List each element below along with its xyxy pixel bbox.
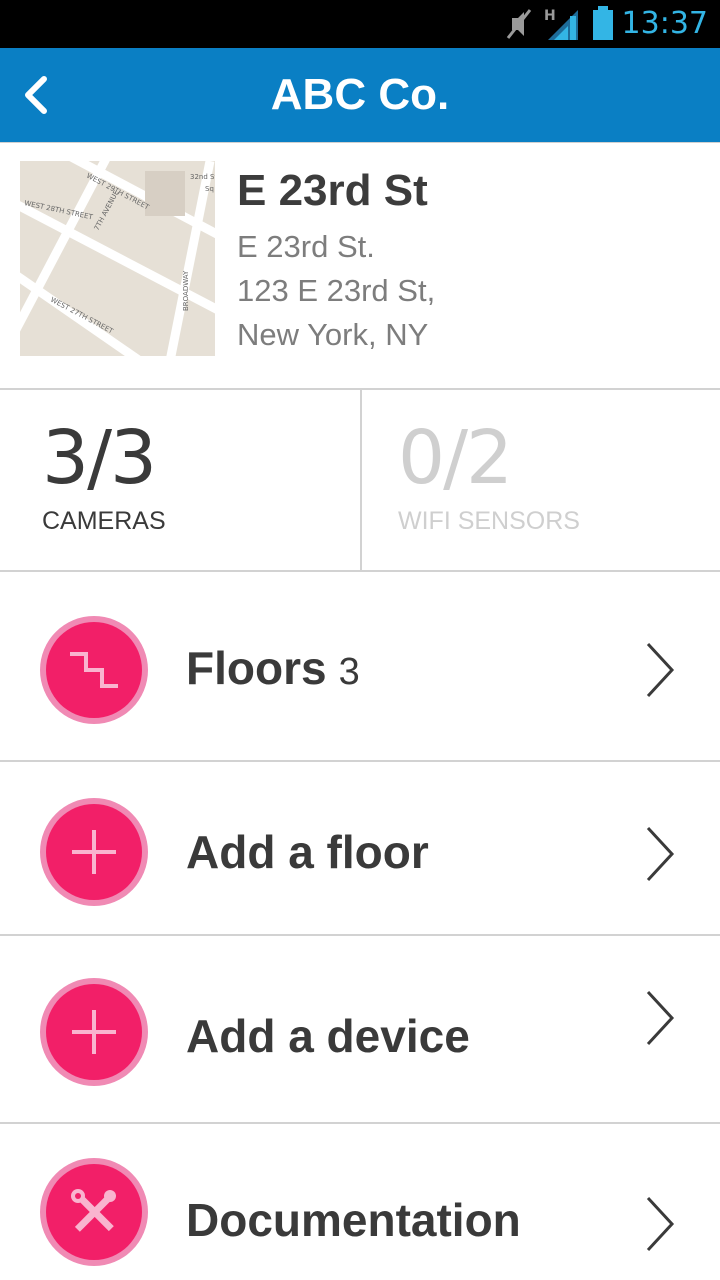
signal-icon: H <box>544 8 578 40</box>
page-title: ABC Co. <box>270 70 450 119</box>
menu-item-add-device[interactable]: Add a device <box>0 936 720 1122</box>
add-floor-icon-badge <box>40 798 148 906</box>
chevron-right-icon <box>646 1196 675 1252</box>
floors-label: Floors 3 <box>186 642 360 694</box>
menu-item-documentation[interactable]: Documentation <box>0 1124 720 1280</box>
tools-icon <box>71 1189 116 1232</box>
map-thumbnail[interactable]: WEST 29TH STREET WEST 28TH STREET WEST 2… <box>20 161 215 356</box>
stats-panel: 3/3 CAMERAS 0/2 WIFI SENSORS <box>0 390 720 570</box>
menu-item-floors[interactable]: Floors 3 <box>0 572 720 760</box>
wifi-sensors-stat[interactable]: 0/2 WIFI SENSORS <box>356 390 716 570</box>
network-type-label: H <box>544 8 556 24</box>
wifi-sensors-count: 0/2 <box>398 415 513 501</box>
cameras-stat[interactable]: 3/3 CAMERAS <box>0 390 360 570</box>
wifi-sensors-label: WIFI SENSORS <box>398 507 580 535</box>
plus-icon <box>72 1010 116 1054</box>
location-name: E 23rd St <box>237 166 428 215</box>
documentation-icon-badge <box>40 1158 148 1266</box>
chevron-right-icon <box>646 990 675 1046</box>
chevron-right-icon <box>646 642 675 698</box>
add-floor-label: Add a floor <box>186 826 429 878</box>
app-bar: ABC Co. <box>0 48 720 142</box>
clock-time: 13:37 <box>621 6 708 41</box>
location-header: WEST 29TH STREET WEST 28TH STREET WEST 2… <box>0 142 720 389</box>
floors-icon-badge <box>40 616 148 724</box>
map-street-label: Sq <box>205 185 214 193</box>
cameras-count: 3/3 <box>42 415 157 501</box>
documentation-label: Documentation <box>186 1194 521 1246</box>
chevron-right-icon <box>646 826 675 882</box>
floors-count: 3 <box>338 651 360 693</box>
add-device-icon-badge <box>40 978 148 1086</box>
stairs-icon <box>70 652 118 688</box>
battery-icon <box>593 6 613 40</box>
add-device-label: Add a device <box>186 1010 470 1062</box>
address-line: New York, NY <box>237 317 429 352</box>
map-street-label: 32nd St <box>190 173 215 181</box>
plus-icon <box>72 830 116 874</box>
map-street-label: BROADWAY <box>182 270 190 311</box>
back-button[interactable] <box>0 48 70 142</box>
status-bar: H 13:37 <box>0 0 720 48</box>
map-image: WEST 29TH STREET WEST 28TH STREET WEST 2… <box>20 161 215 356</box>
cameras-label: CAMERAS <box>42 507 166 535</box>
back-chevron-icon <box>25 76 47 114</box>
mute-icon <box>506 9 532 39</box>
menu-item-add-floor[interactable]: Add a floor <box>0 762 720 934</box>
address-line: E 23rd St. <box>237 229 375 264</box>
address-line: 123 E 23rd St, <box>237 273 436 308</box>
